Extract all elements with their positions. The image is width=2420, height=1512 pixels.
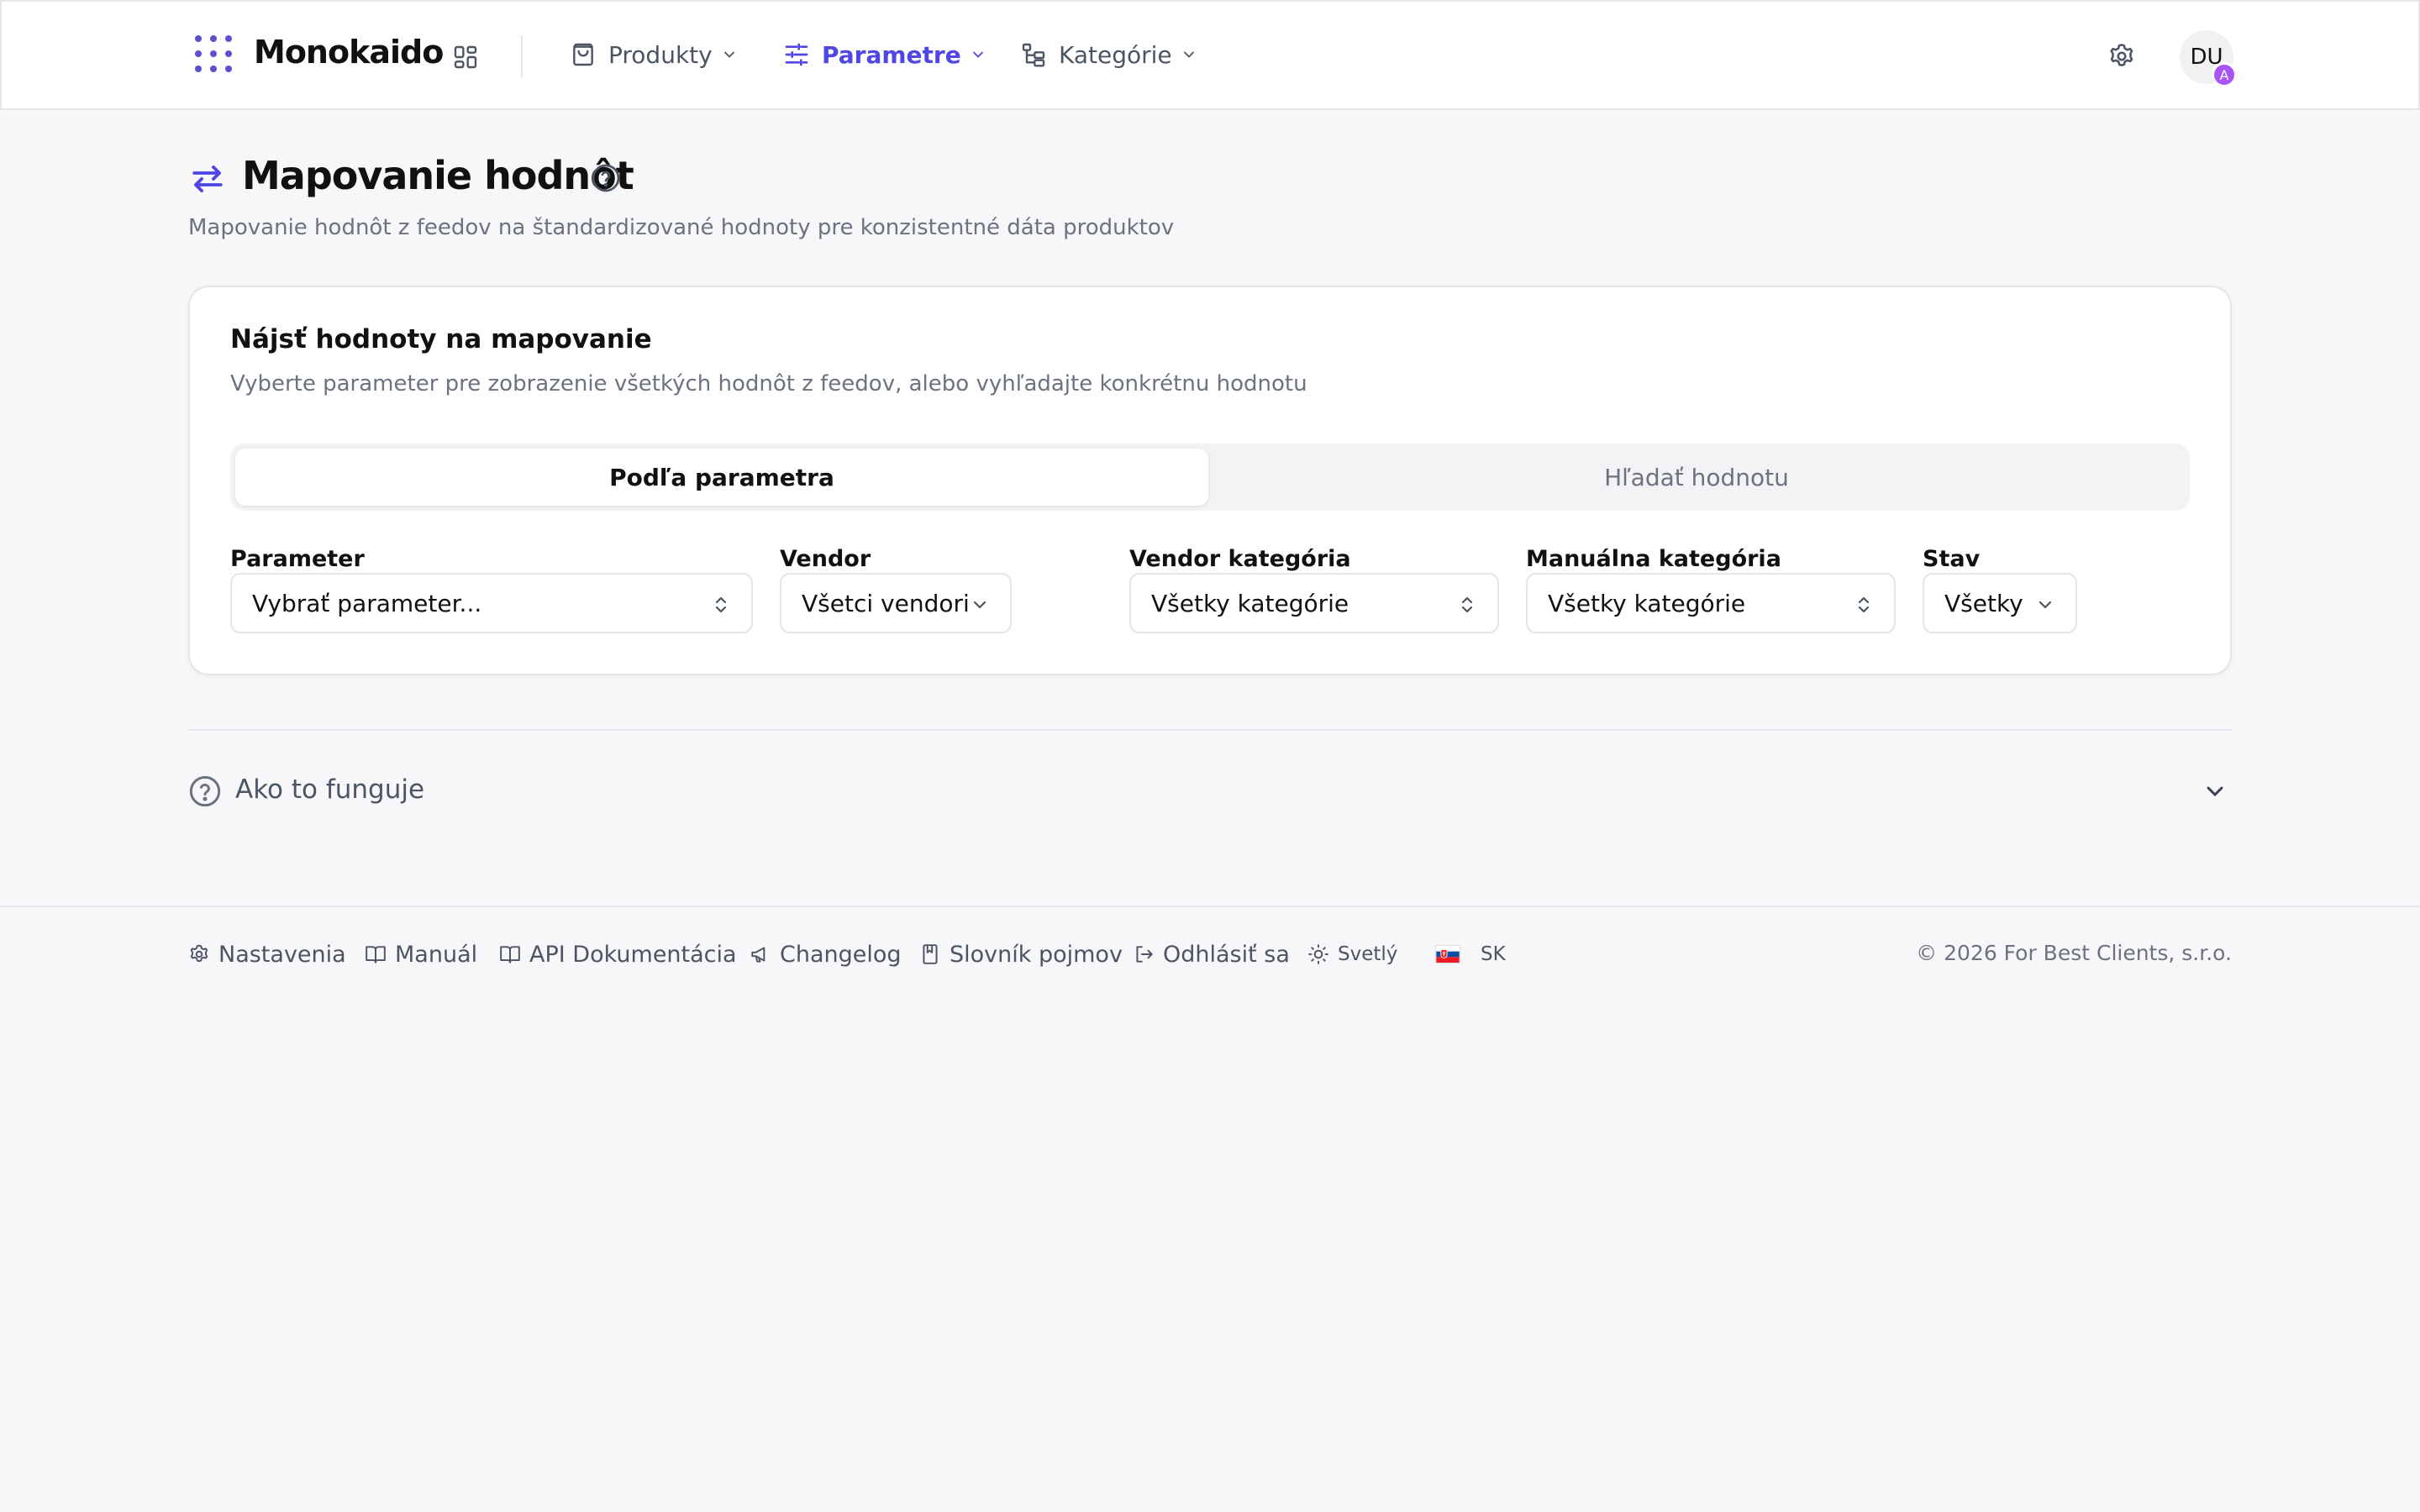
footer-link-api-docs[interactable]: API Dokumentácia [499, 939, 737, 969]
brand-logo-link[interactable]: Monokaido [195, 34, 444, 72]
nav-parametre[interactable]: Parametre [783, 37, 986, 72]
footer-link-changelog[interactable]: Changelog [750, 939, 902, 969]
footer-link-label: Slovník pojmov [950, 941, 1123, 968]
status-select-value: Všetky [1944, 589, 2023, 617]
section-divider [188, 729, 2232, 731]
nav-divider [521, 35, 523, 77]
manual-category-select[interactable]: Všetky kategórie [1526, 573, 1896, 633]
tab-by-parameter[interactable]: Podľa parametra [235, 449, 1208, 506]
sliders-icon [785, 43, 808, 66]
avatar-role-badge: A [2212, 62, 2237, 87]
vendor-select-value: Všetci vendori [802, 589, 970, 617]
top-navbar: Monokaido Produkty Parametre Kategórie D… [0, 0, 2420, 110]
parameter-select[interactable]: Vybrať parameter... [230, 573, 753, 633]
nav-produkty[interactable]: Produkty [570, 37, 738, 72]
find-values-card: Nájsť hodnoty na mapovanie Vyberte param… [188, 286, 2232, 675]
parameter-label: Parameter [230, 546, 365, 572]
chevron-up-down-icon [1858, 596, 1870, 613]
megaphone-icon [751, 947, 765, 963]
footer-link-label: API Dokumentácia [529, 941, 737, 968]
vendor-category-select[interactable]: Všetky kategórie [1129, 573, 1499, 633]
status-select[interactable]: Všetky [1923, 573, 2077, 633]
swap-arrows-icon [192, 165, 223, 192]
footer-link-label: Odhlásiť sa [1163, 941, 1290, 968]
brand-dots-icon [195, 35, 232, 72]
book-open-icon [500, 946, 520, 963]
manual-category-label: Manuálna kategória [1526, 546, 1781, 572]
help-circle-icon [189, 775, 221, 807]
chevron-down-icon [2039, 601, 2052, 609]
accordion-title: Ako to funguje [235, 774, 425, 805]
tab-search-value[interactable]: Hľadať hodnotu [1208, 449, 2185, 506]
chevron-down-icon[interactable] [2202, 778, 2228, 805]
bookmark-book-icon [923, 944, 938, 964]
vendor-select[interactable]: Všetci vendori [780, 573, 1012, 633]
card-title: Nájsť hodnoty na mapovanie [230, 324, 652, 354]
chevron-down-icon [723, 51, 734, 58]
chevron-down-icon [973, 601, 986, 609]
parameter-select-value: Vybrať parameter... [252, 589, 482, 617]
nav-produkty-label: Produkty [608, 40, 713, 69]
footer-link-label: Manuál [395, 941, 478, 968]
category-tree-icon [1022, 43, 1045, 67]
nav-kategorie[interactable]: Kategórie [1020, 37, 1197, 72]
vendor-category-label: Vendor kategória [1129, 546, 1351, 572]
status-label: Stav [1923, 546, 1981, 572]
help-circle-icon[interactable] [591, 163, 621, 193]
footer-link-logout[interactable]: Odhlásiť sa [1133, 939, 1290, 969]
chevron-down-icon [1183, 51, 1194, 58]
card-description: Vyberte parameter pre zobrazenie všetkýc… [230, 371, 1307, 396]
theme-label: Svetlý [1338, 943, 1398, 965]
page-subtitle: Mapovanie hodnôt z feedov na štandardizo… [188, 215, 1175, 240]
vendor-label: Vendor [780, 546, 871, 572]
footer-link-glossary[interactable]: Slovník pojmov [919, 939, 1123, 969]
shopping-bag-icon [573, 43, 593, 66]
footer-link-manual[interactable]: Manuál [365, 939, 477, 969]
chevron-up-down-icon [715, 596, 727, 613]
footer-link-label: Nastavenia [218, 941, 346, 968]
vendor-category-select-value: Všetky kategórie [1151, 589, 1349, 617]
language-switcher[interactable]: SK [1435, 939, 1506, 969]
search-mode-tabs: Podľa parametra Hľadať hodnotu [230, 444, 2190, 511]
theme-toggle[interactable]: Svetlý [1307, 939, 1397, 969]
gear-icon [190, 944, 208, 963]
language-label: SK [1481, 943, 1506, 965]
sun-icon [1308, 944, 1328, 964]
logout-icon [1136, 946, 1153, 963]
nav-kategorie-label: Kategórie [1059, 40, 1172, 69]
footer-link-label: Changelog [780, 941, 902, 968]
nav-parametre-label: Parametre [822, 40, 961, 69]
book-open-icon [366, 946, 386, 963]
apps-grid-icon[interactable] [452, 44, 479, 71]
footer-divider [0, 906, 2420, 907]
brand-name: Monokaido [254, 34, 444, 71]
chevron-up-down-icon [1461, 596, 1473, 613]
page-title: Mapovanie hodnôt [242, 153, 634, 198]
manual-category-select-value: Všetky kategórie [1548, 589, 1746, 617]
footer-link-settings[interactable]: Nastavenia [188, 939, 346, 969]
slovak-flag-icon [1435, 945, 1460, 963]
copyright-text: © 2026 For Best Clients, s.r.o. [1916, 941, 2232, 965]
chevron-down-icon [972, 51, 983, 58]
settings-gear-icon[interactable] [2107, 42, 2136, 71]
